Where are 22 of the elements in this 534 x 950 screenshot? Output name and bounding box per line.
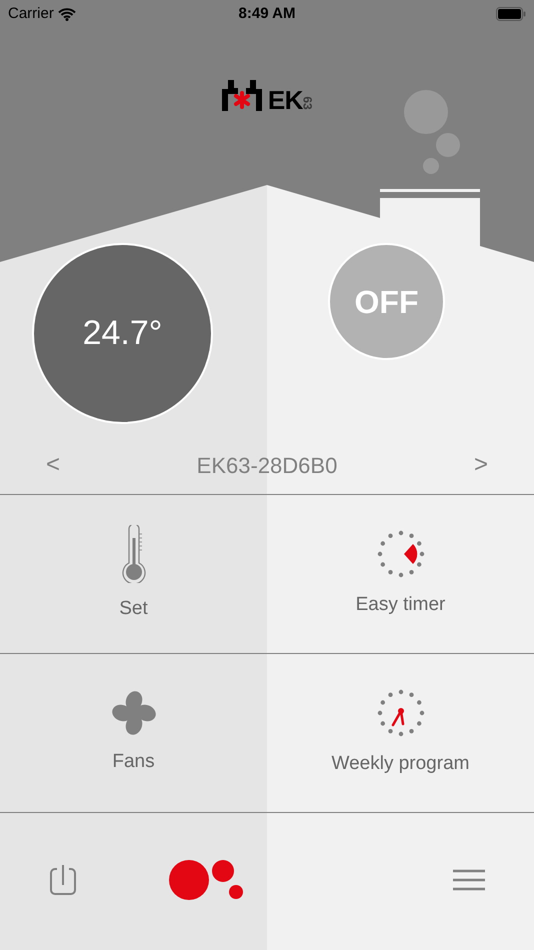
power-icon (49, 864, 77, 896)
logo-icon (220, 77, 264, 113)
menu-tile[interactable]: Set (0, 495, 267, 654)
thermometer-icon (120, 524, 146, 583)
wifi-icon (58, 8, 76, 20)
menu-tile[interactable]: Easy timer (267, 495, 534, 654)
device-name: EK63-28D6B0 (196, 452, 338, 480)
timer-icon (376, 528, 426, 579)
menu-icon (453, 868, 485, 890)
menu-tile[interactable]: Fans (0, 654, 267, 813)
power-button[interactable] (48, 862, 78, 896)
clock-time: 8:49 AM (238, 4, 296, 24)
brand-dots-icon[interactable] (168, 858, 246, 900)
logo-text: EK (268, 87, 303, 113)
fan-icon (110, 690, 156, 736)
clock-icon (376, 688, 426, 738)
previous-device-button[interactable]: < (46, 447, 60, 483)
battery-icon (496, 7, 526, 21)
temperature-display: 24.7° (32, 243, 213, 424)
next-device-button[interactable]: > (474, 447, 488, 483)
carrier-label: Carrier (8, 4, 54, 24)
menu-tile[interactable]: Weekly program (267, 654, 534, 813)
